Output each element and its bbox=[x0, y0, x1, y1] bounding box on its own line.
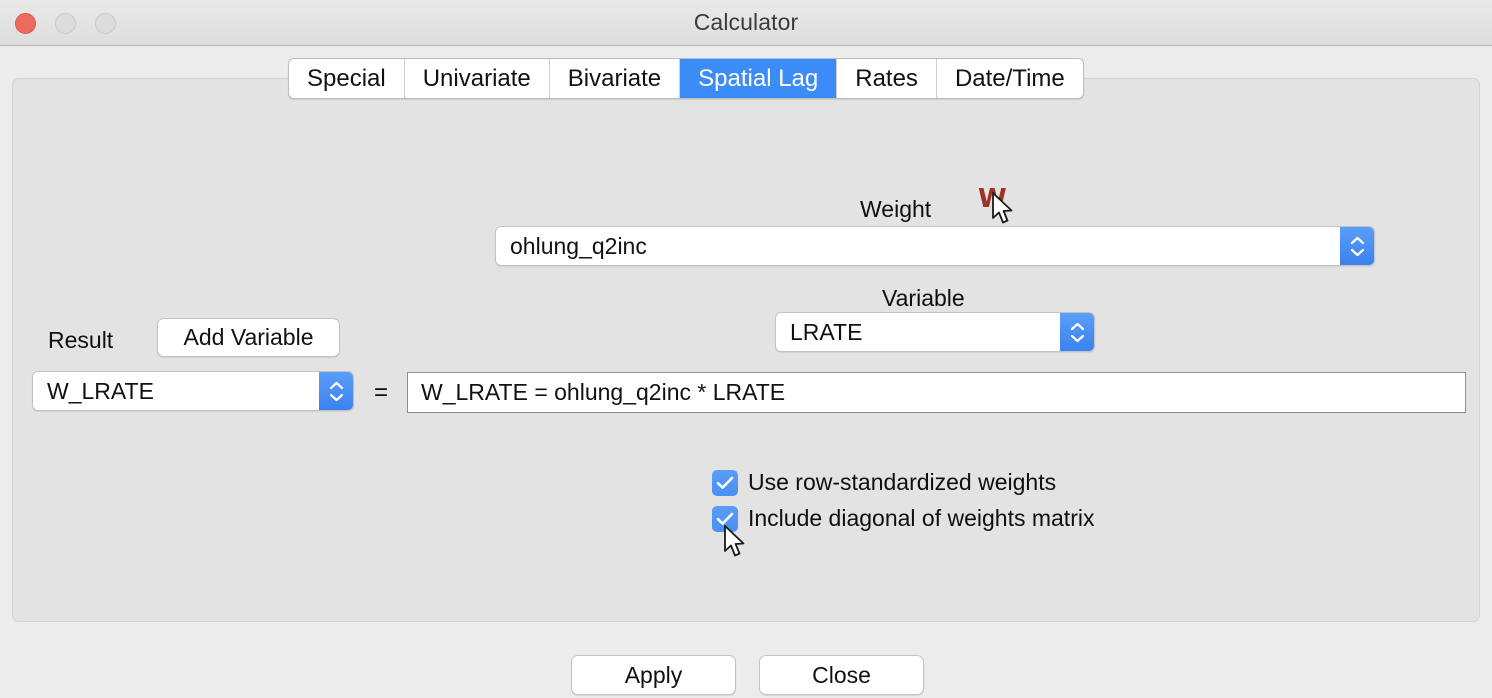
tab-rates[interactable]: Rates bbox=[837, 59, 937, 98]
tab-spatial-lag[interactable]: Spatial Lag bbox=[680, 59, 838, 98]
variable-dropdown-stepper[interactable] bbox=[1060, 313, 1094, 351]
chevron-up-icon bbox=[329, 381, 343, 389]
result-dropdown-value: W_LRATE bbox=[47, 377, 154, 404]
chevron-up-icon bbox=[1350, 236, 1364, 244]
variable-dropdown-value: LRATE bbox=[790, 318, 863, 345]
tab-special[interactable]: Special bbox=[289, 59, 405, 98]
weight-dropdown-stepper[interactable] bbox=[1340, 227, 1374, 265]
weight-dropdown[interactable]: ohlung_q2inc bbox=[495, 226, 1375, 266]
result-label: Result bbox=[48, 327, 114, 353]
window-title: Calculator bbox=[693, 9, 799, 35]
chevron-down-icon bbox=[329, 393, 343, 401]
row-standardized-weights-checkbox[interactable] bbox=[712, 469, 738, 496]
weight-dropdown-value: ohlung_q2inc bbox=[510, 232, 647, 259]
chevron-down-icon bbox=[1070, 334, 1084, 342]
weight-label: Weight bbox=[860, 196, 932, 222]
apply-button[interactable]: Apply bbox=[571, 655, 736, 695]
variable-label: Variable bbox=[882, 285, 965, 311]
include-diagonal-label: Include diagonal of weights matrix bbox=[748, 505, 1095, 531]
row-standardized-weights-label: Use row-standardized weights bbox=[748, 469, 1057, 495]
tab-date-time[interactable]: Date/Time bbox=[936, 59, 1083, 98]
equals-sign: = bbox=[374, 379, 389, 406]
formula-input[interactable]: W_LRATE = ohlung_q2inc * LRATE bbox=[407, 372, 1466, 413]
include-diagonal-checkbox[interactable] bbox=[712, 505, 738, 532]
close-button[interactable]: Close bbox=[759, 655, 924, 695]
check-icon bbox=[716, 512, 734, 525]
variable-dropdown[interactable]: LRATE bbox=[775, 312, 1095, 352]
tab-bar: Special Univariate Bivariate Spatial Lag… bbox=[288, 58, 1084, 99]
result-dropdown[interactable]: W_LRATE bbox=[32, 371, 354, 411]
add-variable-button[interactable]: Add Variable bbox=[157, 318, 340, 357]
formula-input-value: W_LRATE = ohlung_q2inc * LRATE bbox=[421, 379, 786, 405]
weights-w-icon: W bbox=[978, 184, 1007, 214]
tab-univariate[interactable]: Univariate bbox=[404, 59, 550, 98]
window-title-bar: Calculator bbox=[0, 0, 1492, 46]
chevron-down-icon bbox=[1350, 248, 1364, 256]
check-icon bbox=[716, 476, 734, 489]
chevron-up-icon bbox=[1070, 322, 1084, 330]
row-standardized-weights-option[interactable]: Use row-standardized weights bbox=[712, 469, 1056, 496]
result-dropdown-stepper[interactable] bbox=[319, 372, 353, 410]
include-diagonal-option[interactable]: Include diagonal of weights matrix bbox=[712, 505, 1094, 532]
tab-bivariate[interactable]: Bivariate bbox=[549, 59, 681, 98]
